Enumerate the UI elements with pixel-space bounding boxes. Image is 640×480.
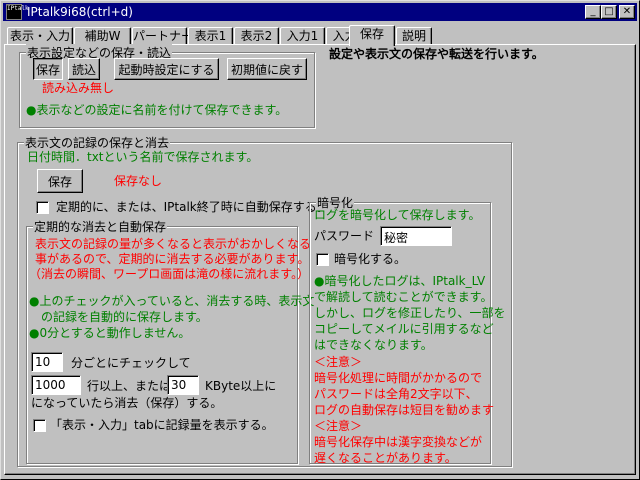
encrypt-info-line: ●暗号化したログは、IPtalk_LV [314,274,486,288]
kbyte-suffix: KByte以上に [205,379,277,393]
encrypt-info-line: コピーしてメイルに引用するなど [314,322,494,336]
interval-suffix: 分ごとにチェックして [71,356,191,370]
tab-display-input[interactable]: 表示・入力 [7,27,73,45]
encrypt-info-line: はできなくなります。 [314,338,433,352]
load-status: 読み込み無し [42,81,115,95]
show-amount-checkbox[interactable] [33,419,46,432]
maximize-button[interactable]: □ [601,5,617,19]
periodic-info: ●上のチェックが入っていると、消去する時、表示文 の記録を自動的に保存します。 … [29,293,315,341]
caution-line: 遅くなることがあります。 [314,451,457,465]
encrypt-checkbox[interactable] [316,253,329,266]
caution-line: 暗号化保存中は漢字変換などが [314,435,483,449]
encryption-cautions: ＜注意＞ 暗号化処理に時間がかかるので パスワードは全角2文字以下、 ログの自動… [314,354,495,466]
tab-display2[interactable]: 表示2 [234,27,279,45]
caution-line: 暗号化処理に時間がかかるので [314,371,483,385]
caution-title: ＜注意＞ [314,419,363,433]
window-title: IPtalk9i68(ctrl+d) [27,5,133,19]
tab-aux-w[interactable]: 補助W [74,27,131,45]
info-line: の記録を自動的に保存します。 [29,310,208,324]
warning-line: 表示文の記録の量が多くなると表示がおかしくなる [35,237,312,251]
log-save-group: 表示文の記録の保存と消去 日付時間．txtという名前で保存されます。 保存 保存… [17,134,512,467]
show-amount-label[interactable]: 「表示・入力」tabに記録量を表示する。 [50,418,274,433]
periodic-warning: 表示文の記録の量が多くなると表示がおかしくなる 事があるので、定期的に消去する必… [29,237,312,282]
encryption-info: ●暗号化したログは、IPtalk_LV で解読して読むことができます。 しかし、… [314,273,506,353]
log-filename-note: 日付時間．txtという名前で保存されます。 [27,150,259,164]
auto-save-label[interactable]: 定期的に、または、IPtalk終了時に自動保存する。 [56,200,329,215]
minimize-icon: _ [590,6,596,17]
encryption-group: 暗号化 ログを暗号化して保存します。 パスワード 秘密 暗号化する。 ●暗号化し… [309,194,506,466]
encryption-desc: ログを暗号化して保存します。 [314,208,481,222]
caution-line: ログの自動保存は短目を勧めます [314,403,495,417]
maximize-icon: □ [604,6,614,17]
settings-load-button[interactable]: 読込 [68,58,100,80]
tab-display1[interactable]: 表示1 [188,27,233,45]
close-icon: ✕ [622,6,632,17]
interval-minutes-input[interactable]: 10 [31,352,63,372]
password-input[interactable]: 秘密 [380,226,452,246]
set-startup-button[interactable]: 起動時設定にする [114,58,219,80]
settings-save-group: 表示設定などの保存・読込 保存 読込 起動時設定にする 初期値に戻す 読み込み無… [19,44,315,128]
info-line: ●上のチェックが入っていると、消去する時、表示文 [29,294,315,308]
warning-line: （消去の瞬間、ワープロ画面は滝の様に流れます。） [29,267,310,281]
periodic-clear-group: 定期的な消去と自動保存 表示文の記録の量が多くなると表示がおかしくなる 事がある… [26,218,315,464]
periodic-group-title: 定期的な消去と自動保存 [33,218,168,235]
reset-default-button[interactable]: 初期値に戻す [227,58,307,80]
close-button[interactable]: ✕ [619,5,635,19]
info-line: ●0分とすると動作しません。 [29,326,191,340]
tab-strip: 表示・入力 補助W パートナー 表示1 表示2 入力1 入力2 保存 説明 [7,25,637,46]
encrypt-info-line: で解読して読むことができます。 [314,290,493,304]
log-save-status: 保存なし [114,174,163,188]
lines-suffix: 行以上、または [87,379,172,393]
warning-line: 事があるので、定期的に消去する必要があります。 [35,252,310,266]
settings-note: ●表示などの設定に名前を付けて保存できます。 [26,103,288,117]
auto-save-checkbox[interactable] [36,201,49,214]
header-text: 設定や表示文の保存や転送を行います。 [329,47,544,61]
clear-note: になっていたら消去（保存）する。 [31,396,223,410]
log-save-button[interactable]: 保存 [37,169,83,193]
tab-help[interactable]: 説明 [396,27,432,45]
kbyte-limit-input[interactable]: 30 [167,375,199,395]
password-label: パスワード [314,229,375,243]
minimize-button[interactable]: _ [585,5,601,19]
encrypt-label[interactable]: 暗号化する。 [334,252,406,267]
caution-line: パスワードは全角2文字以下、 [314,387,478,401]
tab-input1[interactable]: 入力1 [280,27,325,45]
line-limit-input[interactable]: 1000 [31,375,81,395]
app-window: IPtalk IPtalk9i68(ctrl+d) _ □ ✕ 表示・入力 補助… [0,0,640,480]
title-bar[interactable]: IPtalk IPtalk9i68(ctrl+d) _ □ ✕ [3,3,637,21]
tab-partner[interactable]: パートナー [132,27,193,45]
log-group-title: 表示文の記録の保存と消去 [24,134,171,151]
caution-title: ＜注意＞ [314,355,363,369]
app-icon: IPtalk [6,4,29,20]
encrypt-info-line: しかし、ログを修正したり、一部を [314,306,506,320]
settings-save-button[interactable]: 保存 [33,58,63,80]
save-tab-panel: 設定や表示文の保存や転送を行います。 表示設定などの保存・読込 保存 読込 起動… [4,44,636,475]
tab-save[interactable]: 保存 [349,25,395,46]
